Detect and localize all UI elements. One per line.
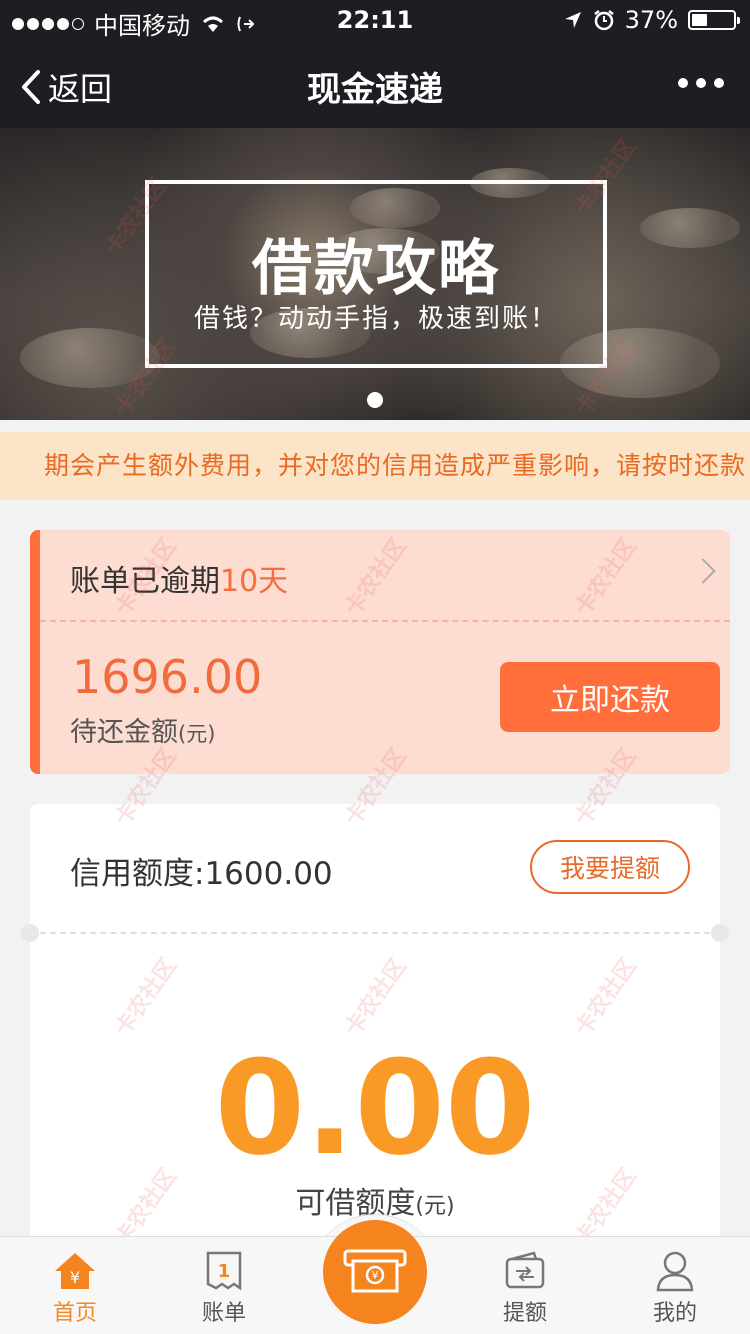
overdue-bill-card[interactable]: 账单已逾期10天 1696.00 待还金额(元) 立即还款 <box>30 530 730 774</box>
divider <box>40 620 730 622</box>
divider <box>30 932 720 934</box>
status-bar: 中国移动 22:11 37% <box>0 0 750 40</box>
due-amount-unit: (元) <box>178 722 216 746</box>
cash-icon: ¥ <box>343 1249 407 1293</box>
available-unit: (元) <box>415 1194 455 1219</box>
nav-bar: 返回 现金速递 <box>0 40 750 128</box>
promo-banner[interactable]: 借款攻略 借钱？动动手指，极速到账！ <box>0 128 750 420</box>
wallet-icon <box>503 1249 547 1293</box>
notice-text: 期会产生额外费用，并对您的信用造成严重影响，请按时还款 <box>43 451 746 480</box>
due-amount: 1696.00 <box>72 650 263 704</box>
bill-badge: 1 <box>218 1261 231 1282</box>
notice-marquee: 期会产生额外费用，并对您的信用造成严重影响，请按时还款 <box>0 432 750 500</box>
tab-me[interactable]: 我的 <box>615 1237 735 1334</box>
tab-me-label: 我的 <box>652 1301 697 1326</box>
available-amount: 0.00 <box>214 1032 536 1184</box>
svg-text:¥: ¥ <box>372 1269 379 1282</box>
ticket-notch <box>711 924 729 942</box>
bill-icon: 1 <box>202 1249 246 1293</box>
svg-text:¥: ¥ <box>70 1268 80 1287</box>
carousel-indicator-dot[interactable] <box>367 392 383 408</box>
page-title: 现金速递 <box>307 70 443 110</box>
banner-frame: 借款攻略 借钱？动动手指，极速到账！ <box>145 180 607 368</box>
banner-subtitle: 借钱？动动手指，极速到账！ <box>193 304 558 334</box>
raise-limit-button[interactable]: 我要提额 <box>530 840 690 894</box>
due-amount-label-text: 待还金额 <box>70 717 178 748</box>
more-menu-icon[interactable] <box>678 78 724 88</box>
repay-now-button[interactable]: 立即还款 <box>500 662 720 732</box>
overdue-status: 账单已逾期10天 <box>70 556 288 600</box>
tab-bill[interactable]: 1 账单 <box>164 1237 284 1334</box>
overdue-days: 10天 <box>220 564 289 599</box>
credit-limit: 信用额度:1600.00 <box>70 856 333 892</box>
tab-home-label: 首页 <box>52 1301 97 1326</box>
home-icon: ¥ <box>53 1249 97 1293</box>
tab-home[interactable]: ¥ 首页 <box>15 1237 135 1334</box>
status-right: 37% <box>563 6 740 34</box>
due-amount-label: 待还金额(元) <box>70 710 215 749</box>
tab-raise-label: 提额 <box>502 1301 547 1326</box>
banner-title: 借款攻略 <box>252 234 500 304</box>
chevron-right-icon[interactable] <box>690 558 716 584</box>
cash-center-button[interactable]: ¥ <box>323 1220 427 1324</box>
overdue-prefix: 账单已逾期 <box>70 564 220 599</box>
battery-level <box>692 14 707 26</box>
tab-bill-label: 账单 <box>201 1301 246 1326</box>
battery-percent: 37% <box>624 6 678 34</box>
ticket-notch <box>21 924 39 942</box>
location-icon <box>564 12 581 28</box>
battery-icon <box>688 10 740 30</box>
tab-raise[interactable]: 提额 <box>465 1237 585 1334</box>
alarm-icon <box>593 10 614 31</box>
user-icon <box>653 1249 697 1293</box>
